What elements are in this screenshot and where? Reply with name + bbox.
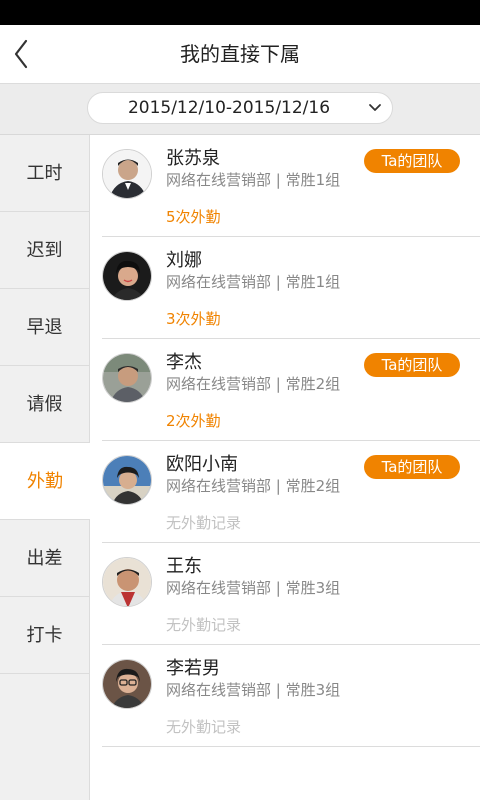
person-department: 网络在线营销部 | 常胜1组 xyxy=(166,273,341,291)
sidebar-item-clock-in[interactable]: 打卡 xyxy=(0,597,89,674)
person-name: 王东 xyxy=(166,556,202,577)
team-badge-button[interactable]: Ta的团队 xyxy=(364,353,460,377)
list-item[interactable]: 张苏泉 网络在线营销部 | 常胜1组 5次外勤 Ta的团队 xyxy=(102,135,480,237)
person-department: 网络在线营销部 | 常胜1组 xyxy=(166,171,341,189)
status-bar xyxy=(0,0,480,25)
sidebar-item-worktime[interactable]: 工时 xyxy=(0,135,89,212)
field-work-count: 无外勤记录 xyxy=(166,718,242,736)
person-name: 欧阳小南 xyxy=(166,454,238,475)
avatar xyxy=(102,149,152,199)
field-work-count: 2次外勤 xyxy=(166,412,221,430)
team-badge-button[interactable]: Ta的团队 xyxy=(364,455,460,479)
list-item[interactable]: 欧阳小南 网络在线营销部 | 常胜2组 无外勤记录 Ta的团队 xyxy=(102,441,480,543)
person-name: 李若男 xyxy=(166,658,220,679)
person-department: 网络在线营销部 | 常胜2组 xyxy=(166,375,341,393)
field-work-count: 3次外勤 xyxy=(166,310,221,328)
avatar xyxy=(102,659,152,709)
date-range-selector[interactable]: 2015/12/10-2015/12/16 xyxy=(87,92,393,124)
person-department: 网络在线营销部 | 常胜2组 xyxy=(166,477,341,495)
list-item[interactable]: 王东 网络在线营销部 | 常胜3组 无外勤记录 xyxy=(102,543,480,645)
sidebar-item-leave[interactable]: 请假 xyxy=(0,366,89,443)
list-item[interactable]: 李若男 网络在线营销部 | 常胜3组 无外勤记录 xyxy=(102,645,480,747)
category-sidebar: 工时 迟到 早退 请假 外勤 出差 打卡 xyxy=(0,135,90,800)
avatar xyxy=(102,251,152,301)
sidebar-item-field-work[interactable]: 外勤 xyxy=(0,443,90,520)
chevron-down-icon xyxy=(369,104,381,111)
avatar xyxy=(102,557,152,607)
header: 我的直接下属 xyxy=(0,25,480,84)
avatar xyxy=(102,353,152,403)
person-department: 网络在线营销部 | 常胜3组 xyxy=(166,681,341,699)
page-title: 我的直接下属 xyxy=(180,42,300,66)
avatar xyxy=(102,455,152,505)
team-badge-button[interactable]: Ta的团队 xyxy=(364,149,460,173)
person-name: 张苏泉 xyxy=(166,148,220,169)
person-department: 网络在线营销部 | 常胜3组 xyxy=(166,579,341,597)
subordinate-list: 张苏泉 网络在线营销部 | 常胜1组 5次外勤 Ta的团队 刘娜 网络在线营销部… xyxy=(90,135,480,800)
sidebar-item-early-leave[interactable]: 早退 xyxy=(0,289,89,366)
field-work-count: 无外勤记录 xyxy=(166,616,242,634)
date-filter-bar: 2015/12/10-2015/12/16 xyxy=(0,84,480,135)
list-item[interactable]: 刘娜 网络在线营销部 | 常胜1组 3次外勤 xyxy=(102,237,480,339)
person-name: 刘娜 xyxy=(166,250,202,271)
list-item[interactable]: 李杰 网络在线营销部 | 常胜2组 2次外勤 Ta的团队 xyxy=(102,339,480,441)
sidebar-item-business-trip[interactable]: 出差 xyxy=(0,520,89,597)
field-work-count: 无外勤记录 xyxy=(166,514,242,532)
person-name: 李杰 xyxy=(166,352,202,373)
field-work-count: 5次外勤 xyxy=(166,208,221,226)
date-range-text: 2015/12/10-2015/12/16 xyxy=(127,98,331,118)
sidebar-item-late[interactable]: 迟到 xyxy=(0,212,89,289)
